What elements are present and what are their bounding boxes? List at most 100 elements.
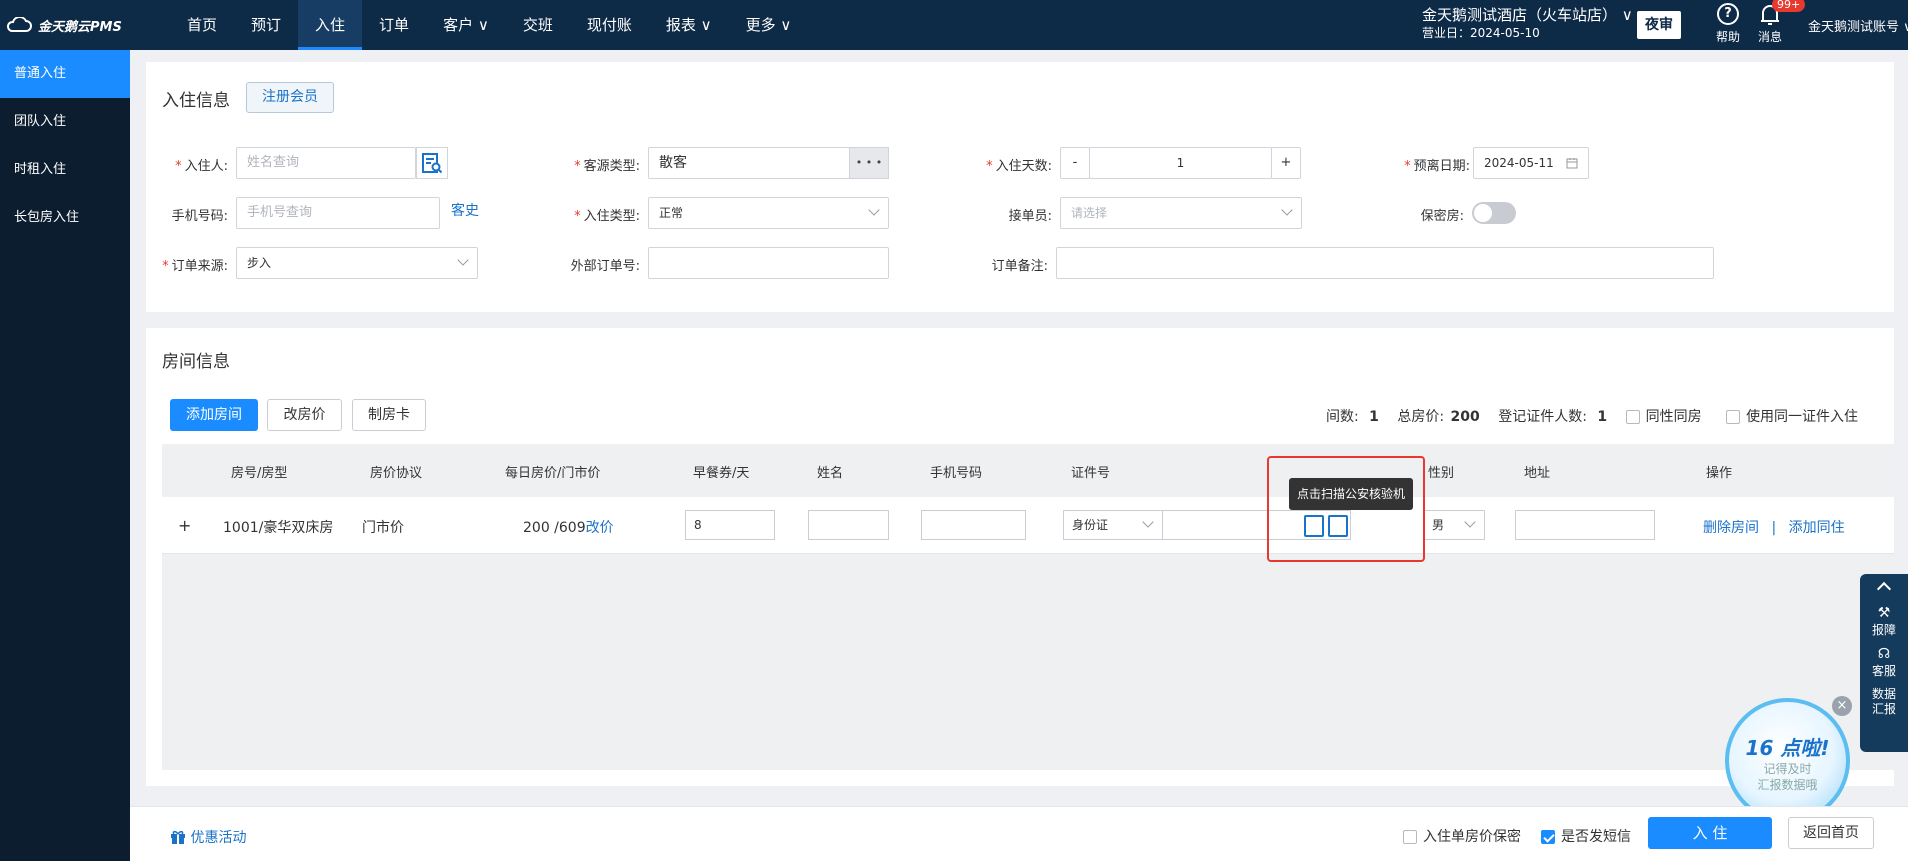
id-count-value: 1 [1597, 409, 1608, 425]
total-price-label: 总房价: [1397, 409, 1445, 425]
stay-days-increment[interactable]: + [1271, 147, 1301, 179]
phone-label: 手机号码: [171, 209, 228, 224]
action-separator: | [1771, 520, 1777, 536]
gender-select[interactable]: 男 [1423, 510, 1485, 540]
daily-price-cell: 200 /609改价 [523, 520, 614, 536]
source-type-more-button[interactable]: • • • [849, 147, 889, 179]
add-room-button[interactable]: 添加房间 [170, 399, 258, 431]
toggle-knob [1474, 204, 1492, 222]
nav-customers[interactable]: 客户 ∨ [426, 0, 506, 50]
nav-orders[interactable]: 订单 [362, 0, 426, 50]
secret-room-toggle[interactable] [1472, 202, 1516, 224]
customer-service-button[interactable]: ☊ 客服 [1860, 642, 1908, 679]
col-actions: 操作 [1706, 466, 1733, 481]
add-roommate-link[interactable]: 添加同住 [1789, 520, 1845, 536]
wrench-icon: ⚒ [1877, 605, 1891, 621]
nav-shift[interactable]: 交班 [506, 0, 570, 50]
id-type-select[interactable]: 身份证 [1063, 510, 1163, 540]
guest-id-scan-button[interactable] [416, 147, 448, 179]
data-report-reminder[interactable]: 16 点啦! 记得及时 汇报数据哦 [1725, 698, 1850, 823]
data-report-button[interactable]: 数据汇报 [1869, 683, 1899, 717]
reminder-title: 16 点啦! [1745, 736, 1830, 760]
nav-checkin[interactable]: 入住 [298, 0, 363, 50]
register-member-button[interactable]: 注册会员 [246, 82, 334, 113]
room-info-title: 房间信息 [162, 352, 230, 372]
nav-home[interactable]: 首页 [170, 0, 234, 50]
external-order-label: 外部订单号: [570, 259, 640, 274]
account-menu[interactable]: 金天鹅测试账号 ∨ [1808, 16, 1908, 35]
col-room: 房号/房型 [231, 466, 288, 481]
chevron-down-icon [457, 254, 469, 266]
secret-room-label: 保密房: [1420, 209, 1464, 224]
phone-input[interactable]: 手机号查询 [236, 197, 440, 229]
checkin-submit-button[interactable]: 入 住 [1648, 817, 1772, 849]
messages-button[interactable]: 99+ 消息 [1750, 0, 1806, 45]
cloud-logo-icon [6, 17, 32, 32]
change-price-link[interactable]: 改价 [586, 520, 614, 536]
question-icon: ? [1717, 3, 1739, 25]
order-note-input[interactable] [1056, 247, 1714, 279]
sidebar-item-long-stay-checkin[interactable]: 长包房入住 [0, 194, 130, 242]
source-type-input[interactable]: 散客 [648, 147, 850, 179]
col-id-number: 证件号 [1071, 466, 1111, 481]
same-gender-checkbox[interactable]: 同性同房 [1625, 409, 1702, 425]
guest-name-input[interactable]: 姓名查询 [236, 147, 416, 179]
expand-row-button[interactable]: + [178, 516, 191, 535]
room-number-type: 1001/豪华双床房 [223, 520, 334, 536]
delete-room-link[interactable]: 删除房间 [1703, 520, 1759, 536]
promotions-link[interactable]: 优惠活动 [170, 827, 246, 847]
row-actions: 删除房间 | 添加同住 [1703, 517, 1845, 537]
sidebar-item-group-checkin[interactable]: 团队入住 [0, 98, 130, 146]
nav-reservation[interactable]: 预订 [234, 0, 298, 50]
rooms-count-value: 1 [1369, 409, 1379, 425]
reminder-text-1: 记得及时 [1763, 762, 1812, 776]
checkin-type-select[interactable]: 正常 [648, 197, 889, 229]
price-secret-checkbox[interactable]: 入住单房价保密 [1403, 826, 1521, 846]
make-room-card-button[interactable]: 制房卡 [352, 399, 426, 431]
scroll-top-button[interactable] [1860, 574, 1908, 597]
col-breakfast: 早餐券/天 [693, 466, 750, 481]
chevron-down-icon [1281, 204, 1293, 216]
hotel-selector[interactable]: 金天鹅测试酒店（火车站店） ∨ 营业日：2024-05-10 [1422, 6, 1633, 42]
change-price-button[interactable]: 改房价 [267, 399, 342, 431]
stay-days-decrement[interactable]: - [1060, 147, 1090, 179]
order-source-select[interactable]: 步入 [236, 247, 478, 279]
departure-date-input[interactable]: 2024-05-11 [1473, 147, 1589, 179]
back-home-button[interactable]: 返回首页 [1788, 817, 1874, 849]
source-type-label: * 客源类型: [574, 159, 640, 174]
night-audit-button[interactable]: 夜审 [1637, 11, 1681, 39]
chevron-down-icon [1464, 516, 1476, 528]
col-gender: 性别 [1428, 466, 1455, 481]
external-order-input[interactable] [648, 247, 889, 279]
chevron-down-icon [868, 204, 880, 216]
nav-cash-account[interactable]: 现付账 [570, 0, 649, 50]
send-sms-checkbox[interactable]: 是否发短信 [1541, 826, 1631, 846]
guest-name-cell-input[interactable] [808, 510, 889, 540]
report-issue-button[interactable]: ⚒ 报障 [1860, 601, 1908, 638]
price-agreement: 门市价 [362, 520, 404, 536]
help-button[interactable]: ? 帮助 [1708, 3, 1748, 45]
nav-reports[interactable]: 报表 ∨ [649, 0, 729, 50]
address-input[interactable] [1515, 510, 1655, 540]
message-badge: 99+ [1772, 0, 1806, 12]
top-bar: 金天鹅云PMS 首页 预订 入住 订单 客户 ∨ 交班 现付账 报表 ∨ 更多 … [0, 0, 1908, 50]
breakfast-input[interactable]: 8 [685, 510, 775, 540]
room-summary: 间数: 1 总房价: 200 登记证件人数: 1 同性同房 使用同一证件入住 [1326, 406, 1858, 426]
floating-toolbar: ⚒ 报障 ☊ 客服 数据汇报 [1860, 574, 1908, 752]
sidebar-item-hourly-checkin[interactable]: 时租入住 [0, 146, 130, 194]
nav-more[interactable]: 更多 ∨ [729, 0, 809, 50]
guest-phone-cell-input[interactable] [921, 510, 1026, 540]
close-icon[interactable]: × [1832, 696, 1852, 716]
footer-bar [130, 806, 1908, 861]
help-label: 帮助 [1715, 30, 1740, 44]
id-card-search-icon [422, 153, 443, 174]
sidebar-item-normal-checkin[interactable]: 普通入住 [0, 50, 130, 98]
departure-date-value: 2024-05-11 [1484, 156, 1554, 170]
stay-days-input[interactable]: 1 [1089, 147, 1272, 179]
same-id-checkbox[interactable]: 使用同一证件入住 [1726, 409, 1858, 425]
reminder-text-2: 汇报数据哦 [1757, 778, 1818, 792]
stay-days-label: * 入住天数: [986, 159, 1052, 174]
guest-history-link[interactable]: 客史 [451, 200, 479, 220]
receiver-select[interactable]: 请选择 [1060, 197, 1302, 229]
app-logo[interactable]: 金天鹅云PMS [6, 12, 122, 38]
